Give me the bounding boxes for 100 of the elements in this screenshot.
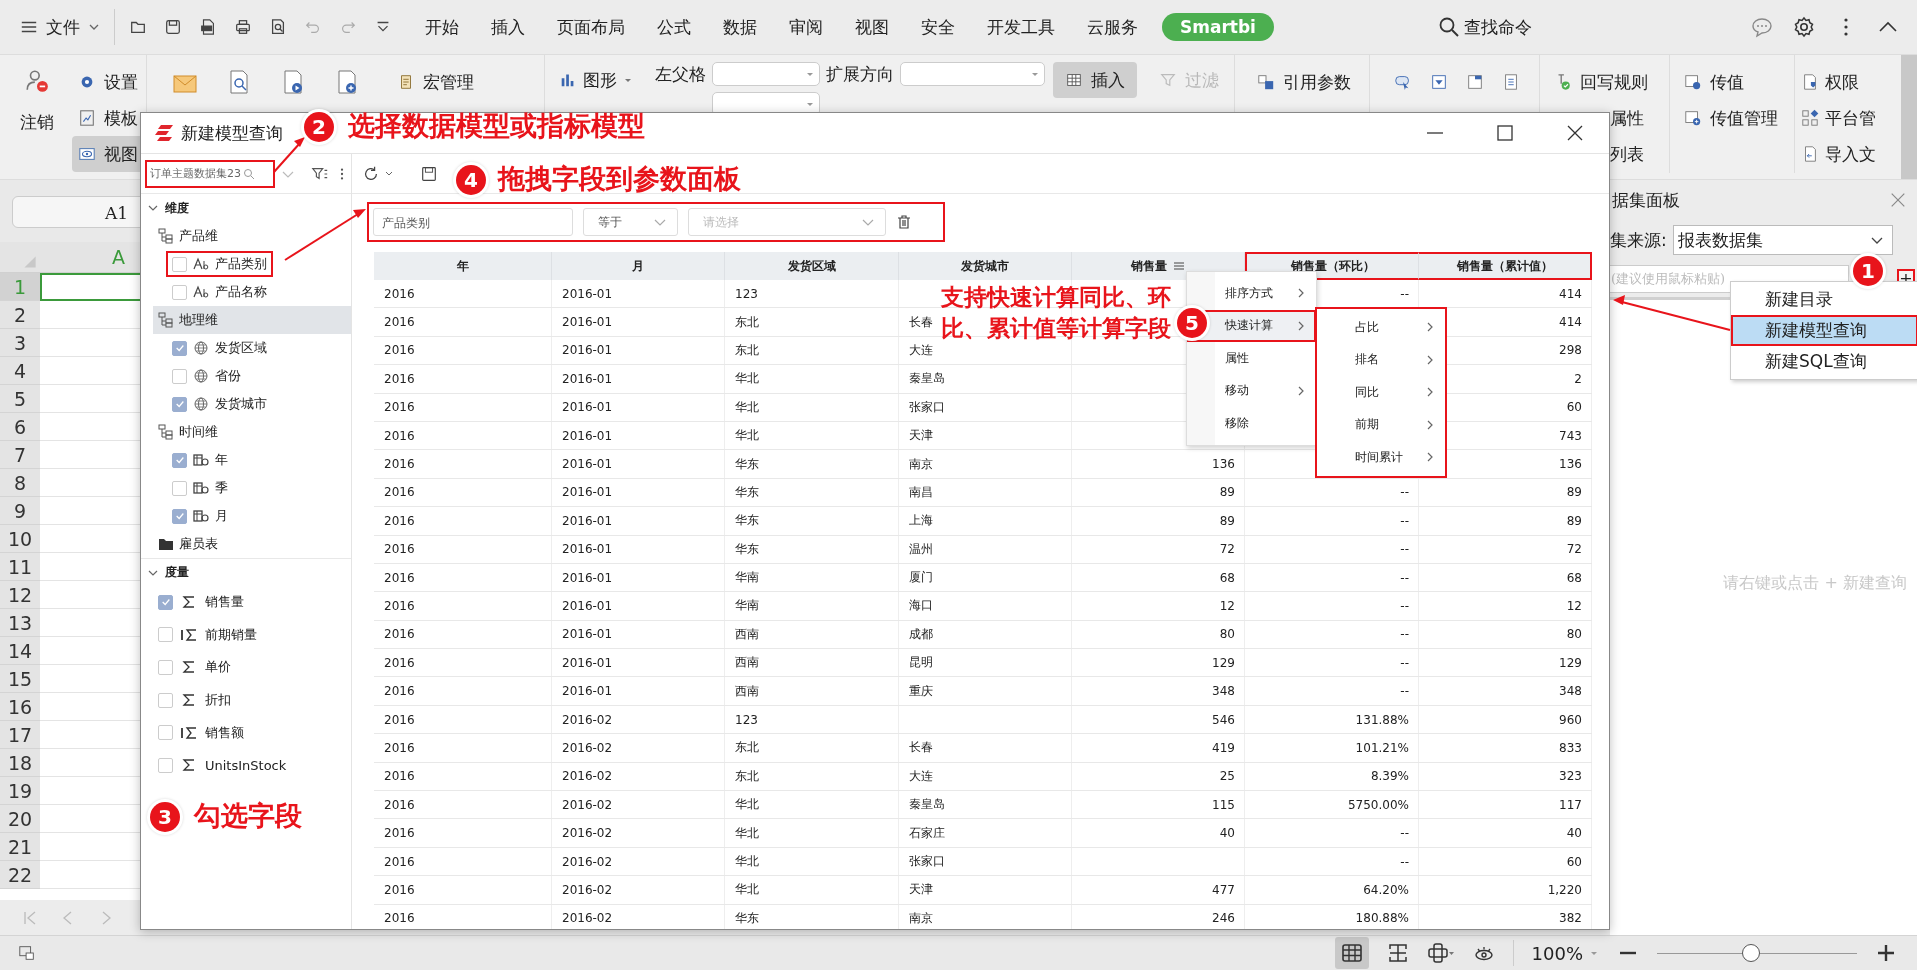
- chart-button[interactable]: 图形: [553, 62, 639, 98]
- row-header[interactable]: 12: [0, 581, 40, 609]
- row-header[interactable]: 22: [0, 861, 40, 889]
- row-header[interactable]: 18: [0, 749, 40, 777]
- row-header[interactable]: 9: [0, 497, 40, 525]
- settings-icon[interactable]: [1793, 16, 1815, 38]
- user-remove-icon[interactable]: [24, 68, 50, 94]
- pass-value-manage-button[interactable]: 传值管理: [1678, 100, 1794, 136]
- zoom-level-button[interactable]: 100%: [1531, 942, 1599, 964]
- list-control-icon[interactable]: [1502, 73, 1520, 91]
- checkbox[interactable]: [158, 660, 173, 675]
- settings-button[interactable]: 设置: [72, 64, 144, 100]
- page-break-icon[interactable]: [1386, 942, 1409, 964]
- dropdown-control-icon[interactable]: [1430, 73, 1448, 91]
- tree-item[interactable]: 雇员表: [179, 535, 218, 553]
- button-control-icon[interactable]: [1394, 73, 1412, 91]
- column-header[interactable]: 发货区域: [725, 252, 899, 280]
- zoom-in-icon[interactable]: [1875, 942, 1897, 964]
- measure-label[interactable]: 销售额: [205, 723, 244, 742]
- menu-tab[interactable]: 云服务: [1087, 15, 1138, 39]
- checkbox[interactable]: [158, 725, 173, 741]
- checkbox[interactable]: [172, 340, 187, 356]
- row-header[interactable]: 4: [0, 357, 40, 385]
- writeback-rules-button[interactable]: 回写规则: [1548, 64, 1669, 100]
- field-label[interactable]: 产品类别: [215, 255, 267, 273]
- measure-label[interactable]: 折扣: [205, 691, 231, 710]
- attribute-button[interactable]: 属性: [1604, 100, 1669, 136]
- tree-item[interactable]: 产品维: [179, 227, 218, 245]
- menu-item[interactable]: 同比: [1317, 376, 1445, 409]
- permission-button[interactable]: 权限: [1799, 64, 1895, 100]
- filter-field[interactable]: 产品类别: [373, 208, 573, 236]
- file-menu[interactable]: 文件: [20, 15, 100, 39]
- row-header[interactable]: 21: [0, 833, 40, 861]
- checkbox[interactable]: [172, 284, 187, 300]
- row-header[interactable]: 6: [0, 413, 40, 441]
- platform-button[interactable]: 平台管: [1799, 100, 1895, 136]
- column-header[interactable]: 发货城市: [899, 252, 1072, 280]
- checkbox[interactable]: [172, 508, 187, 524]
- row-header[interactable]: 20: [0, 805, 40, 833]
- source-select[interactable]: 报表数据集: [1672, 225, 1893, 255]
- row-header[interactable]: 7: [0, 441, 40, 469]
- insert-button[interactable]: 插入: [1053, 62, 1137, 98]
- field-label[interactable]: 年: [215, 451, 228, 469]
- template-button[interactable]: 模板: [72, 100, 144, 136]
- menu-item[interactable]: 移动: [1187, 374, 1316, 407]
- import-button[interactable]: 导入文: [1799, 136, 1895, 172]
- row-header[interactable]: 11: [0, 553, 40, 581]
- normal-view-button[interactable]: [1334, 937, 1369, 969]
- menu-tab[interactable]: 开发工具: [987, 15, 1055, 39]
- layout-icon[interactable]: [1426, 942, 1455, 964]
- column-menu-icon[interactable]: [1173, 260, 1185, 272]
- column-header[interactable]: 销售量（累计值）: [1419, 252, 1592, 280]
- slider-thumb[interactable]: [1742, 944, 1760, 962]
- print-icon[interactable]: [234, 18, 252, 36]
- menu-tab[interactable]: 安全: [921, 15, 955, 39]
- measure-label[interactable]: 单价: [205, 658, 231, 677]
- row-header[interactable]: 2: [0, 301, 40, 329]
- field-label[interactable]: 发货城市: [215, 395, 267, 413]
- save-icon[interactable]: [420, 164, 438, 183]
- macro-button[interactable]: 宏管理: [391, 64, 480, 100]
- zoom-slider[interactable]: [1657, 943, 1857, 963]
- search-field[interactable]: 订单主题数据集23: [145, 159, 275, 188]
- row-header[interactable]: 16: [0, 693, 40, 721]
- menu-tab[interactable]: 开始: [425, 15, 459, 39]
- field-label[interactable]: 省份: [215, 367, 241, 385]
- save-icon[interactable]: [164, 18, 182, 36]
- find-command-button[interactable]: 查找命令: [1437, 15, 1532, 39]
- field-label[interactable]: 月: [215, 507, 228, 525]
- panel-control-icon[interactable]: [1466, 73, 1484, 91]
- sheet-status-icon[interactable]: [18, 944, 36, 962]
- operator-select[interactable]: 等于: [583, 208, 678, 236]
- menu-item[interactable]: 时间累计: [1317, 441, 1445, 474]
- menu-tab[interactable]: 插入: [491, 15, 525, 39]
- checkbox[interactable]: [172, 368, 187, 384]
- row-header[interactable]: 3: [0, 329, 40, 357]
- menu-item[interactable]: 新建模型查询: [1731, 315, 1917, 346]
- list-button[interactable]: 列表: [1604, 136, 1669, 172]
- reference-parameters-button[interactable]: 引用参数: [1251, 64, 1357, 100]
- menu-item[interactable]: 排序方式: [1187, 277, 1316, 310]
- refresh-icon[interactable]: [362, 164, 380, 183]
- menu-item[interactable]: 前期: [1317, 408, 1445, 441]
- column-header[interactable]: 年: [374, 252, 552, 280]
- row-header[interactable]: 14: [0, 637, 40, 665]
- row-header[interactable]: 17: [0, 721, 40, 749]
- logout-button[interactable]: 注销: [14, 104, 60, 140]
- checkbox[interactable]: [158, 594, 173, 610]
- field-label[interactable]: 产品名称: [215, 283, 267, 301]
- checkbox[interactable]: [158, 692, 173, 708]
- menu-item[interactable]: 新建SQL查询: [1731, 346, 1917, 377]
- checkbox[interactable]: [158, 757, 173, 773]
- checkbox[interactable]: [158, 627, 173, 643]
- row-header[interactable]: 13: [0, 609, 40, 637]
- checkbox[interactable]: [172, 452, 187, 468]
- close-icon[interactable]: [1565, 123, 1585, 143]
- measure-label[interactable]: UnitsInStock: [205, 757, 287, 773]
- pass-value-button[interactable]: 传值: [1678, 64, 1794, 100]
- pdf-icon[interactable]: [199, 18, 217, 36]
- menu-tab[interactable]: 审阅: [789, 15, 823, 39]
- delete-icon[interactable]: [896, 214, 912, 230]
- menu-tab[interactable]: 数据: [723, 15, 757, 39]
